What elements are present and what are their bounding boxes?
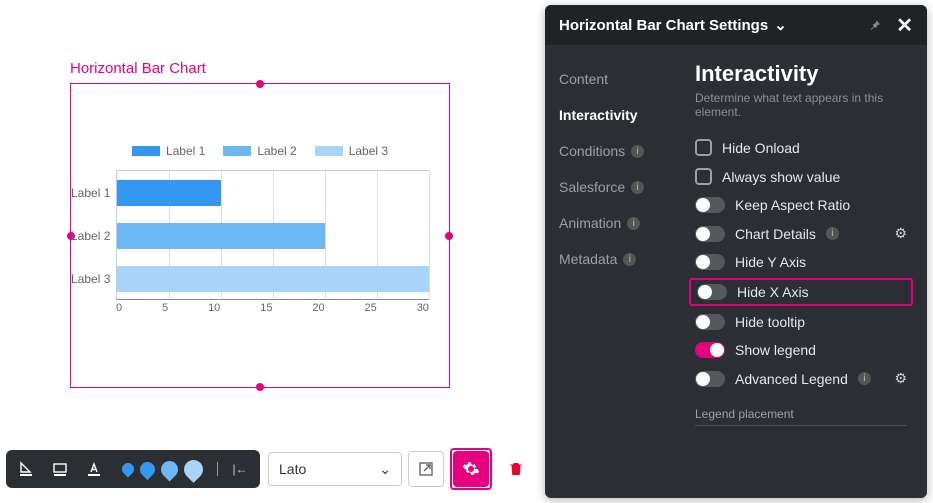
border-color-button[interactable] xyxy=(48,457,72,481)
label-advanced-legend: Advanced Legend xyxy=(735,371,848,387)
y-tick: Label 2 xyxy=(71,216,110,256)
toggle-chart-details[interactable] xyxy=(695,226,725,242)
info-icon: i xyxy=(858,372,871,385)
toggle-aspect-ratio[interactable] xyxy=(695,197,725,213)
tab-interactivity[interactable]: Interactivity xyxy=(559,97,685,133)
y-tick: Label 1 xyxy=(71,173,110,213)
legend-item: Label 2 xyxy=(257,144,296,158)
series-color-1[interactable] xyxy=(120,461,137,478)
toggle-hide-tooltip[interactable] xyxy=(695,314,725,330)
tab-metadata[interactable]: Metadatai xyxy=(559,241,685,277)
tab-conditions[interactable]: Conditionsi xyxy=(559,133,685,169)
settings-panel: Horizontal Bar Chart Settings ⌄ ✕ Conten… xyxy=(545,5,927,498)
label-hide-x-axis: Hide X Axis xyxy=(737,284,809,300)
x-tick: 10 xyxy=(208,302,220,314)
bar xyxy=(117,223,325,249)
bottom-toolbar: |← Lato ⌄ xyxy=(6,449,534,489)
checkbox-hide-onload[interactable] xyxy=(695,139,712,156)
label-hide-tooltip: Hide tooltip xyxy=(735,314,805,330)
legend-item: Label 1 xyxy=(166,144,205,158)
gear-icon[interactable]: ⚙ xyxy=(894,370,907,387)
label-hide-onload: Hide Onload xyxy=(722,140,800,156)
chart-selection-frame[interactable]: Label 1 Label 2 Label 3 Label 1 Label 2 … xyxy=(70,83,450,388)
series-color-4[interactable] xyxy=(180,456,207,483)
delete-button[interactable] xyxy=(498,451,534,487)
chevron-down-icon: ⌄ xyxy=(379,461,391,478)
legend-placement-label: Legend placement xyxy=(695,397,907,426)
panel-title-dropdown[interactable]: Horizontal Bar Chart Settings ⌄ xyxy=(559,16,787,34)
chart-title: Horizontal Bar Chart xyxy=(70,60,500,77)
resize-handle-right[interactable] xyxy=(445,232,453,240)
text-color-button[interactable] xyxy=(82,457,106,481)
settings-button[interactable] xyxy=(453,451,489,487)
resize-handle-bottom[interactable] xyxy=(256,383,264,391)
info-icon: i xyxy=(826,227,839,240)
series-color-2[interactable] xyxy=(137,458,158,479)
chevron-down-icon: ⌄ xyxy=(774,16,787,34)
tab-content[interactable]: Content xyxy=(559,61,685,97)
toggle-hide-x-axis[interactable] xyxy=(697,284,727,300)
checkbox-always-show[interactable] xyxy=(695,168,712,185)
info-icon: i xyxy=(623,253,636,266)
bar xyxy=(117,266,429,292)
open-external-button[interactable] xyxy=(408,451,444,487)
x-tick: 25 xyxy=(365,302,377,314)
font-select[interactable]: Lato ⌄ xyxy=(268,452,402,486)
panel-title: Horizontal Bar Chart Settings xyxy=(559,17,768,34)
settings-tabs: Content Interactivity Conditionsi Salesf… xyxy=(545,45,685,498)
chart-plot: Label 1 Label 2 Label 3 0 5 10 15 20 25 … xyxy=(116,170,429,310)
x-tick: 30 xyxy=(417,302,429,314)
series-color-3[interactable] xyxy=(157,457,181,481)
toggle-hide-y-axis[interactable] xyxy=(695,254,725,270)
info-icon: i xyxy=(631,181,644,194)
label-show-legend: Show legend xyxy=(735,342,816,358)
info-icon: i xyxy=(627,217,640,230)
y-tick: Label 3 xyxy=(71,259,110,299)
pin-icon[interactable] xyxy=(867,18,882,33)
gear-icon[interactable]: ⚙ xyxy=(894,225,907,242)
spacing-button[interactable]: |← xyxy=(228,457,252,481)
toggle-advanced-legend[interactable] xyxy=(695,371,725,387)
label-chart-details: Chart Details xyxy=(735,226,816,242)
x-tick: 5 xyxy=(162,302,168,314)
tab-salesforce[interactable]: Salesforcei xyxy=(559,169,685,205)
toggle-show-legend[interactable] xyxy=(695,342,725,358)
chart-legend: Label 1 Label 2 Label 3 xyxy=(71,84,449,170)
resize-handle-top[interactable] xyxy=(256,80,264,88)
label-always-show: Always show value xyxy=(722,169,840,185)
legend-item: Label 3 xyxy=(349,144,388,158)
fill-color-button[interactable] xyxy=(14,457,38,481)
label-aspect-ratio: Keep Aspect Ratio xyxy=(735,197,850,213)
label-hide-y-axis: Hide Y Axis xyxy=(735,254,806,270)
close-icon[interactable]: ✕ xyxy=(896,13,913,38)
section-heading: Interactivity xyxy=(695,61,907,87)
x-tick: 0 xyxy=(116,302,122,314)
bar xyxy=(117,180,221,206)
font-select-value: Lato xyxy=(279,461,306,477)
tab-animation[interactable]: Animationi xyxy=(559,205,685,241)
x-tick: 20 xyxy=(312,302,324,314)
x-tick: 15 xyxy=(260,302,272,314)
section-hint: Determine what text appears in this elem… xyxy=(695,91,907,119)
info-icon: i xyxy=(631,145,644,158)
